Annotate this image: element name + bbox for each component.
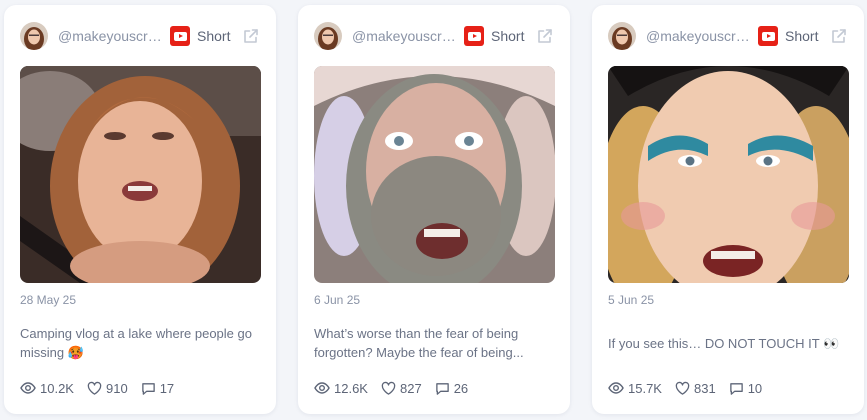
views-stat: 12.6K: [314, 380, 368, 396]
comments-count: 10: [747, 380, 763, 396]
views-count: 10.2K: [40, 380, 74, 396]
youtube-icon: [464, 26, 484, 46]
external-link-icon[interactable]: [242, 27, 260, 45]
eye-icon: [608, 382, 624, 394]
video-thumbnail[interactable]: [20, 66, 261, 283]
video-title[interactable]: What’s worse than the fear of being forg…: [314, 324, 558, 362]
avatar[interactable]: [20, 22, 48, 50]
channel-handle[interactable]: @makeyouscre...: [352, 28, 456, 44]
content-type-label: Short: [785, 28, 819, 44]
video-card-grid: @makeyouscre... Short 28 May 25 Camping …: [0, 0, 867, 420]
likes-stat: 827: [381, 381, 422, 396]
comment-icon: [435, 382, 449, 395]
youtube-icon: [170, 26, 190, 46]
channel-handle[interactable]: @makeyouscre...: [646, 28, 750, 44]
video-card[interactable]: @makeyouscre... Short 5 Jun 25 If you se…: [592, 5, 864, 414]
video-card[interactable]: @makeyouscre... Short 28 May 25 Camping …: [4, 5, 276, 414]
publish-date: 28 May 25: [20, 293, 77, 307]
video-card[interactable]: @makeyouscre... Short 6 Jun 25 What’s wo…: [298, 5, 570, 414]
engagement-stats: 12.6K 827 26: [314, 380, 481, 396]
card-header: @makeyouscre... Short: [314, 21, 554, 51]
engagement-stats: 15.7K 831 10: [608, 380, 775, 396]
engagement-stats: 10.2K 910 17: [20, 380, 187, 396]
video-thumbnail[interactable]: [608, 66, 849, 283]
publish-date: 5 Jun 25: [608, 293, 655, 307]
comment-icon: [729, 382, 743, 395]
likes-count: 910: [105, 380, 128, 396]
avatar[interactable]: [608, 22, 636, 50]
views-stat: 10.2K: [20, 380, 74, 396]
heart-icon: [381, 381, 396, 395]
external-link-icon[interactable]: [536, 27, 554, 45]
content-type-label: Short: [197, 28, 231, 44]
card-header: @makeyouscre... Short: [608, 21, 848, 51]
card-header: @makeyouscre... Short: [20, 21, 260, 51]
video-title[interactable]: Camping vlog at a lake where people go m…: [20, 324, 264, 362]
channel-handle[interactable]: @makeyouscre...: [58, 28, 162, 44]
likes-stat: 910: [87, 381, 128, 396]
likes-stat: 831: [675, 381, 716, 396]
views-stat: 15.7K: [608, 380, 662, 396]
comments-stat: 10: [729, 381, 762, 396]
heart-icon: [87, 381, 102, 395]
comments-stat: 26: [435, 381, 468, 396]
comment-icon: [141, 382, 155, 395]
external-link-icon[interactable]: [830, 27, 848, 45]
content-type-label: Short: [491, 28, 525, 44]
heart-icon: [675, 381, 690, 395]
eye-icon: [20, 382, 36, 394]
likes-count: 827: [399, 380, 422, 396]
comments-count: 26: [453, 380, 469, 396]
views-count: 15.7K: [628, 380, 662, 396]
views-count: 12.6K: [334, 380, 368, 396]
video-title[interactable]: If you see this… DO NOT TOUCH IT 👀: [608, 334, 852, 353]
youtube-icon: [758, 26, 778, 46]
publish-date: 6 Jun 25: [314, 293, 361, 307]
comments-count: 17: [159, 380, 175, 396]
comments-stat: 17: [141, 381, 174, 396]
eye-icon: [314, 382, 330, 394]
avatar[interactable]: [314, 22, 342, 50]
video-thumbnail[interactable]: [314, 66, 555, 283]
likes-count: 831: [693, 380, 716, 396]
